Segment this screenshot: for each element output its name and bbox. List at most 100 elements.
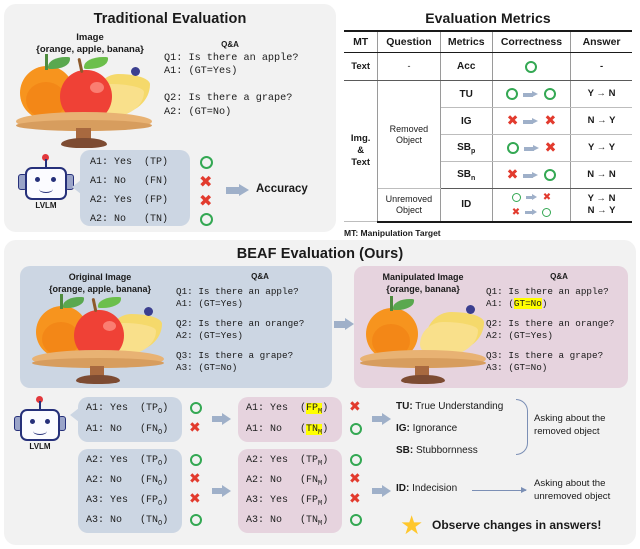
cell-metric-sbp: SBp: [439, 134, 493, 162]
evaluation-metrics-panel: Evaluation Metrics MT Question Metrics C…: [340, 4, 636, 238]
group2-original-answer-2: A3: Yes (FPO): [86, 495, 169, 508]
cell-answer-sbn: N → N: [570, 161, 632, 189]
correct-cross: ✖: [189, 491, 201, 507]
cell-answer-sbp: Y → Y: [570, 134, 632, 162]
cell-correctness-tu: [491, 80, 572, 108]
table-row-tu: Img. & Text Removed Object TU Y → N: [344, 80, 632, 222]
legend-ig: IG: Ignorance: [396, 423, 457, 434]
cross-icon: ✖: [511, 206, 521, 218]
legend-ig-name: Ignorance: [412, 423, 458, 434]
correct-cross-1: ✖: [199, 172, 213, 191]
arrow-icon: [523, 90, 539, 98]
beaf-title: BEAF Evaluation (Ours): [236, 246, 404, 262]
group2-manipulated-answer-0: A2: Yes (TPM): [246, 455, 329, 468]
note-unremoved-object: Asking about the unremoved object: [534, 478, 611, 502]
circle-icon: [542, 207, 552, 217]
original-qa-line-2: Q2: Is there an orange?: [176, 318, 305, 329]
cross-icon: ✖: [544, 140, 557, 156]
legend-tu: TU: True Understanding: [396, 401, 503, 412]
cell-correctness-sbn: ✖: [491, 161, 572, 189]
circle-icon: [544, 88, 557, 100]
col-answer: Answer: [570, 30, 632, 53]
correct-circle: [190, 402, 202, 414]
arrow-icon: [523, 144, 540, 152]
robot-mouth: [33, 427, 47, 435]
manipulated-qa-line-0: Q1: Is there an apple?: [486, 286, 609, 297]
apple-leaf-icon: [84, 57, 108, 69]
metrics-table: MT Question Metrics Correctness Answer T…: [344, 30, 632, 223]
robot-head: [20, 409, 60, 441]
gt-no-highlight: GT=No: [513, 298, 542, 309]
blueberry-icon: [466, 305, 475, 314]
apple-highlight: [90, 82, 104, 93]
arrow-icon: [523, 171, 539, 179]
group1-manipulated-answer-1: A1: No (TNM): [246, 424, 329, 437]
legend-tu-abbr: TU:: [396, 401, 413, 412]
cell-metric-tu: TU: [439, 80, 493, 108]
traditional-answer-2: A2: Yes (FP): [90, 195, 169, 206]
legend-id-abbr: ID:: [396, 483, 410, 494]
legend-ig-abbr: IG:: [396, 423, 410, 434]
traditional-answer-1: A1: No (FN): [90, 176, 169, 187]
cell-metric-ig: IG: [439, 107, 493, 135]
cell-question-removed: Removed Object: [377, 80, 441, 189]
cross-icon: ✖: [542, 191, 552, 203]
arrow-icon: [525, 194, 538, 201]
legend-brace: [516, 399, 528, 455]
traditional-qa-text: Q1: Is there an apple? A1: (GT=Yes) Q2: …: [164, 53, 299, 118]
correct-circle-3: [200, 213, 213, 226]
correct-cross: ✖: [349, 471, 361, 487]
original-image-panel: Original Image {orange, apple, banana} Q…: [20, 266, 332, 388]
lvlm-robot-icon-traditional: LVLM: [18, 154, 74, 210]
beaf-evaluation-panel: BEAF Evaluation (Ours) Original Image {o…: [4, 240, 636, 545]
original-label-line1: Original Image: [68, 272, 132, 282]
group1-original-answer-0: A1: Yes (TPO): [86, 403, 169, 416]
group2-original-answer-1: A2: No (FNO): [86, 475, 169, 488]
col-mt: MT: [344, 30, 379, 53]
manipulated-qa-line-3: A2: (GT=Yes): [486, 330, 553, 341]
manipulated-qa-line-5: A3: (GT=No): [486, 362, 548, 373]
original-qa-line-4: Q3: Is there a grape?: [176, 350, 294, 361]
metric-sb-sub: p: [471, 147, 476, 155]
correct-circle: [350, 454, 362, 466]
orange-leaf-icon: [63, 297, 84, 308]
traditional-qa-label: Q&A: [221, 40, 239, 49]
traditional-evaluation-panel: Traditional Evaluation Image {orange, ap…: [4, 4, 336, 232]
cell-answer-tu: Y → N: [570, 80, 632, 108]
fp-m-highlight: FPM: [306, 403, 323, 416]
tn-m-highlight: TNM: [306, 424, 323, 437]
cell-metric-acc: Acc: [439, 52, 493, 81]
legend-connector-line: [472, 486, 527, 494]
metric-sb-base: SB: [457, 168, 472, 180]
orange-leaf-icon: [48, 57, 70, 69]
conclusion-text: Observe changes in answers!: [432, 518, 602, 532]
arrow-icon: [523, 117, 539, 125]
cell-mt-imgtext: Img. & Text: [344, 80, 379, 222]
group2-original-answer-3: A3: No (TNO): [86, 515, 169, 528]
original-qa-line-5: A3: (GT=No): [176, 362, 238, 373]
lvlm-robot-icon-beaf: LVLM: [14, 396, 66, 452]
col-correctness: Correctness: [491, 30, 572, 53]
robot-head: [25, 167, 67, 200]
lvlm-label-beaf: LVLM: [29, 442, 51, 451]
circle-icon: [525, 60, 538, 73]
manipulated-qa-line-1: A1: (GT=No): [486, 298, 548, 309]
legend-sb-name: Stubbornness: [416, 445, 478, 456]
apple-highlight: [103, 321, 116, 331]
group1-manipulated-answer-0: A1: Yes (FPM): [246, 403, 329, 416]
manipulated-qa-line-2: Q2: Is there an orange?: [486, 318, 615, 329]
original-qa-label: Q&A: [251, 272, 269, 281]
correct-cross: ✖: [189, 471, 201, 487]
cell-metric-id: ID: [439, 188, 493, 223]
legend-id-name: Indecision: [412, 483, 458, 494]
legend-sb: SB: Stubbornness: [396, 445, 478, 456]
original-qa-line-1: A1: (GT=Yes): [176, 298, 243, 309]
group1-original-answer-1: A1: No (FNO): [86, 424, 169, 437]
cross-icon: ✖: [544, 113, 557, 129]
table-header-row: MT Question Metrics Correctness Answer: [344, 30, 632, 53]
correct-circle: [190, 454, 202, 466]
cell-correctness-sbp: ✖: [491, 134, 572, 162]
circle-icon: [511, 192, 521, 202]
group2-original-answer-0: A2: Yes (TPO): [86, 455, 169, 468]
cross-icon: ✖: [506, 113, 519, 129]
